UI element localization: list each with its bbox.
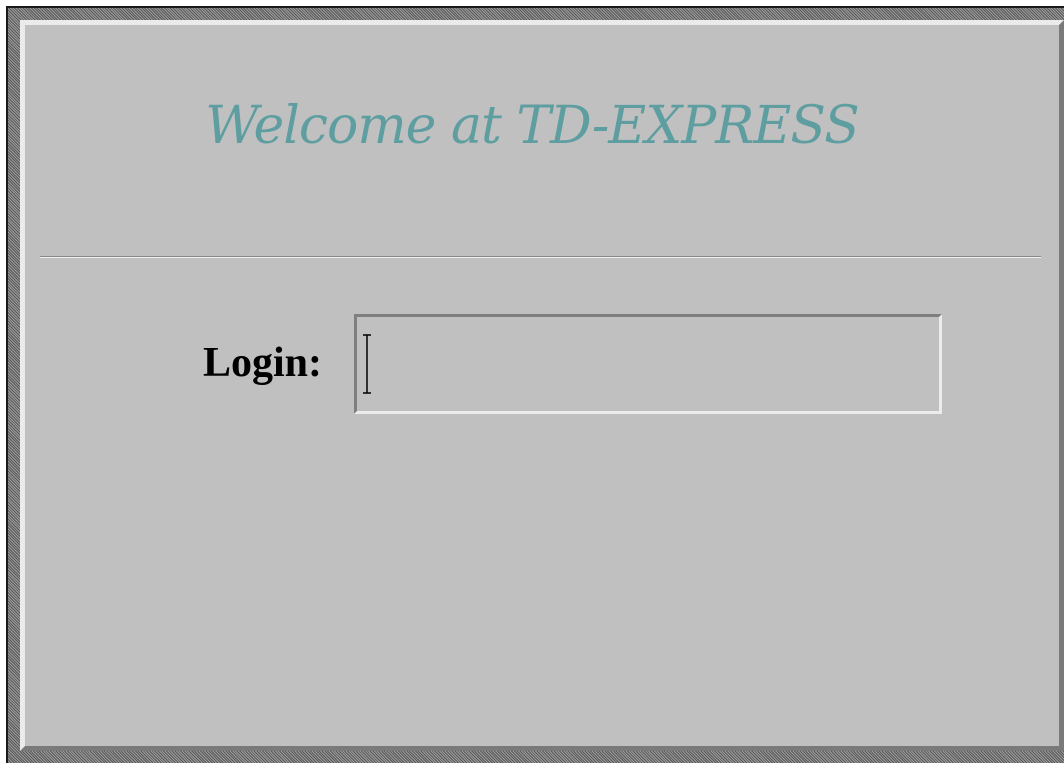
login-screen: Welcome at TD-EXPRESS Login: [0,0,1064,769]
login-label: Login: [203,340,323,386]
divider [40,256,1041,258]
login-input[interactable] [354,314,942,414]
welcome-title: Welcome at TD-EXPRESS [205,96,859,156]
